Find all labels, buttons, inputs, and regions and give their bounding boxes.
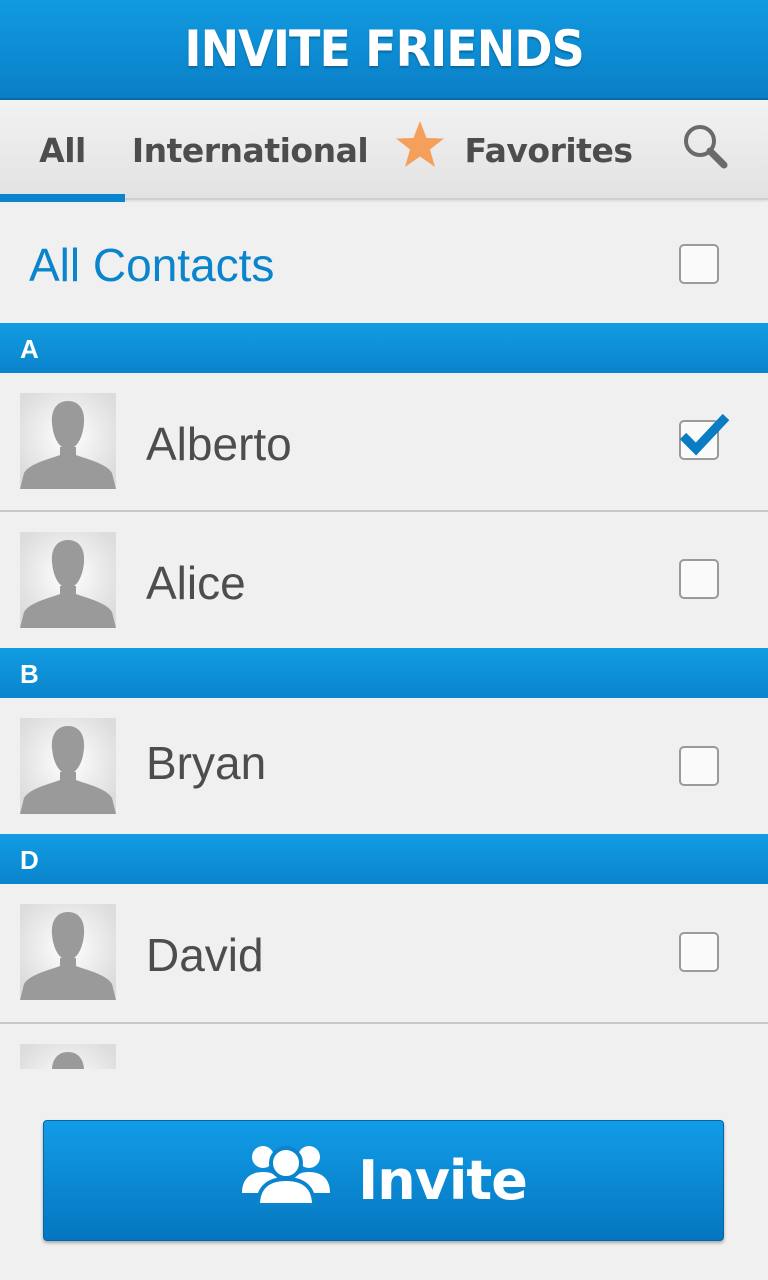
tab-bar: All International Favorites: [0, 100, 768, 202]
invite-button-label: Invite: [358, 1149, 528, 1212]
section-header-d: D: [0, 834, 768, 884]
avatar-placeholder-icon: [20, 718, 116, 814]
contact-checkbox-alberto[interactable]: [679, 413, 730, 460]
avatar-placeholder-icon: [20, 532, 116, 628]
tab-international-label: International: [131, 130, 369, 170]
contact-checkbox-david[interactable]: [679, 932, 719, 972]
all-contacts-row[interactable]: All Contacts: [0, 202, 768, 323]
avatar-placeholder-icon: [20, 904, 116, 1000]
avatar-placeholder-icon: [20, 1044, 116, 1069]
active-tab-indicator: [0, 194, 125, 202]
all-contacts-checkbox[interactable]: [679, 244, 719, 284]
contact-name: David: [146, 929, 264, 981]
contact-row-david[interactable]: David: [0, 884, 768, 1024]
star-icon: [393, 119, 447, 181]
tab-favorites[interactable]: Favorites: [393, 100, 633, 200]
avatar-placeholder-icon: [20, 393, 116, 489]
section-header-a: A: [0, 323, 768, 373]
contact-name: Bryan: [146, 737, 267, 789]
contact-row-partial[interactable]: [0, 1024, 768, 1069]
invite-button[interactable]: Invite: [43, 1120, 724, 1241]
section-header-b: B: [0, 648, 768, 698]
section-letter: A: [20, 334, 39, 364]
contact-name: Alice: [146, 557, 246, 609]
contact-name: Alberto: [146, 418, 292, 470]
page-title: INVITE FRIENDS: [184, 20, 584, 78]
tab-all[interactable]: All: [0, 100, 125, 202]
title-bar: INVITE FRIENDS: [0, 0, 768, 100]
tab-favorites-label: Favorites: [464, 130, 633, 170]
section-letter: D: [20, 845, 39, 875]
tab-all-label: All: [39, 130, 86, 170]
contact-checkbox-bryan[interactable]: [679, 746, 719, 786]
checkmark-icon: [679, 412, 731, 461]
contact-row-alberto[interactable]: Alberto: [0, 373, 768, 512]
search-icon: [681, 122, 729, 178]
tab-international[interactable]: International: [131, 100, 369, 200]
contact-checkbox-alice[interactable]: [679, 559, 719, 599]
contact-row-alice[interactable]: Alice: [0, 512, 768, 648]
section-letter: B: [20, 659, 39, 689]
group-icon: [240, 1141, 332, 1212]
all-contacts-label: All Contacts: [29, 239, 275, 291]
contact-row-bryan[interactable]: Bryan: [0, 698, 768, 834]
search-button[interactable]: [675, 100, 735, 200]
